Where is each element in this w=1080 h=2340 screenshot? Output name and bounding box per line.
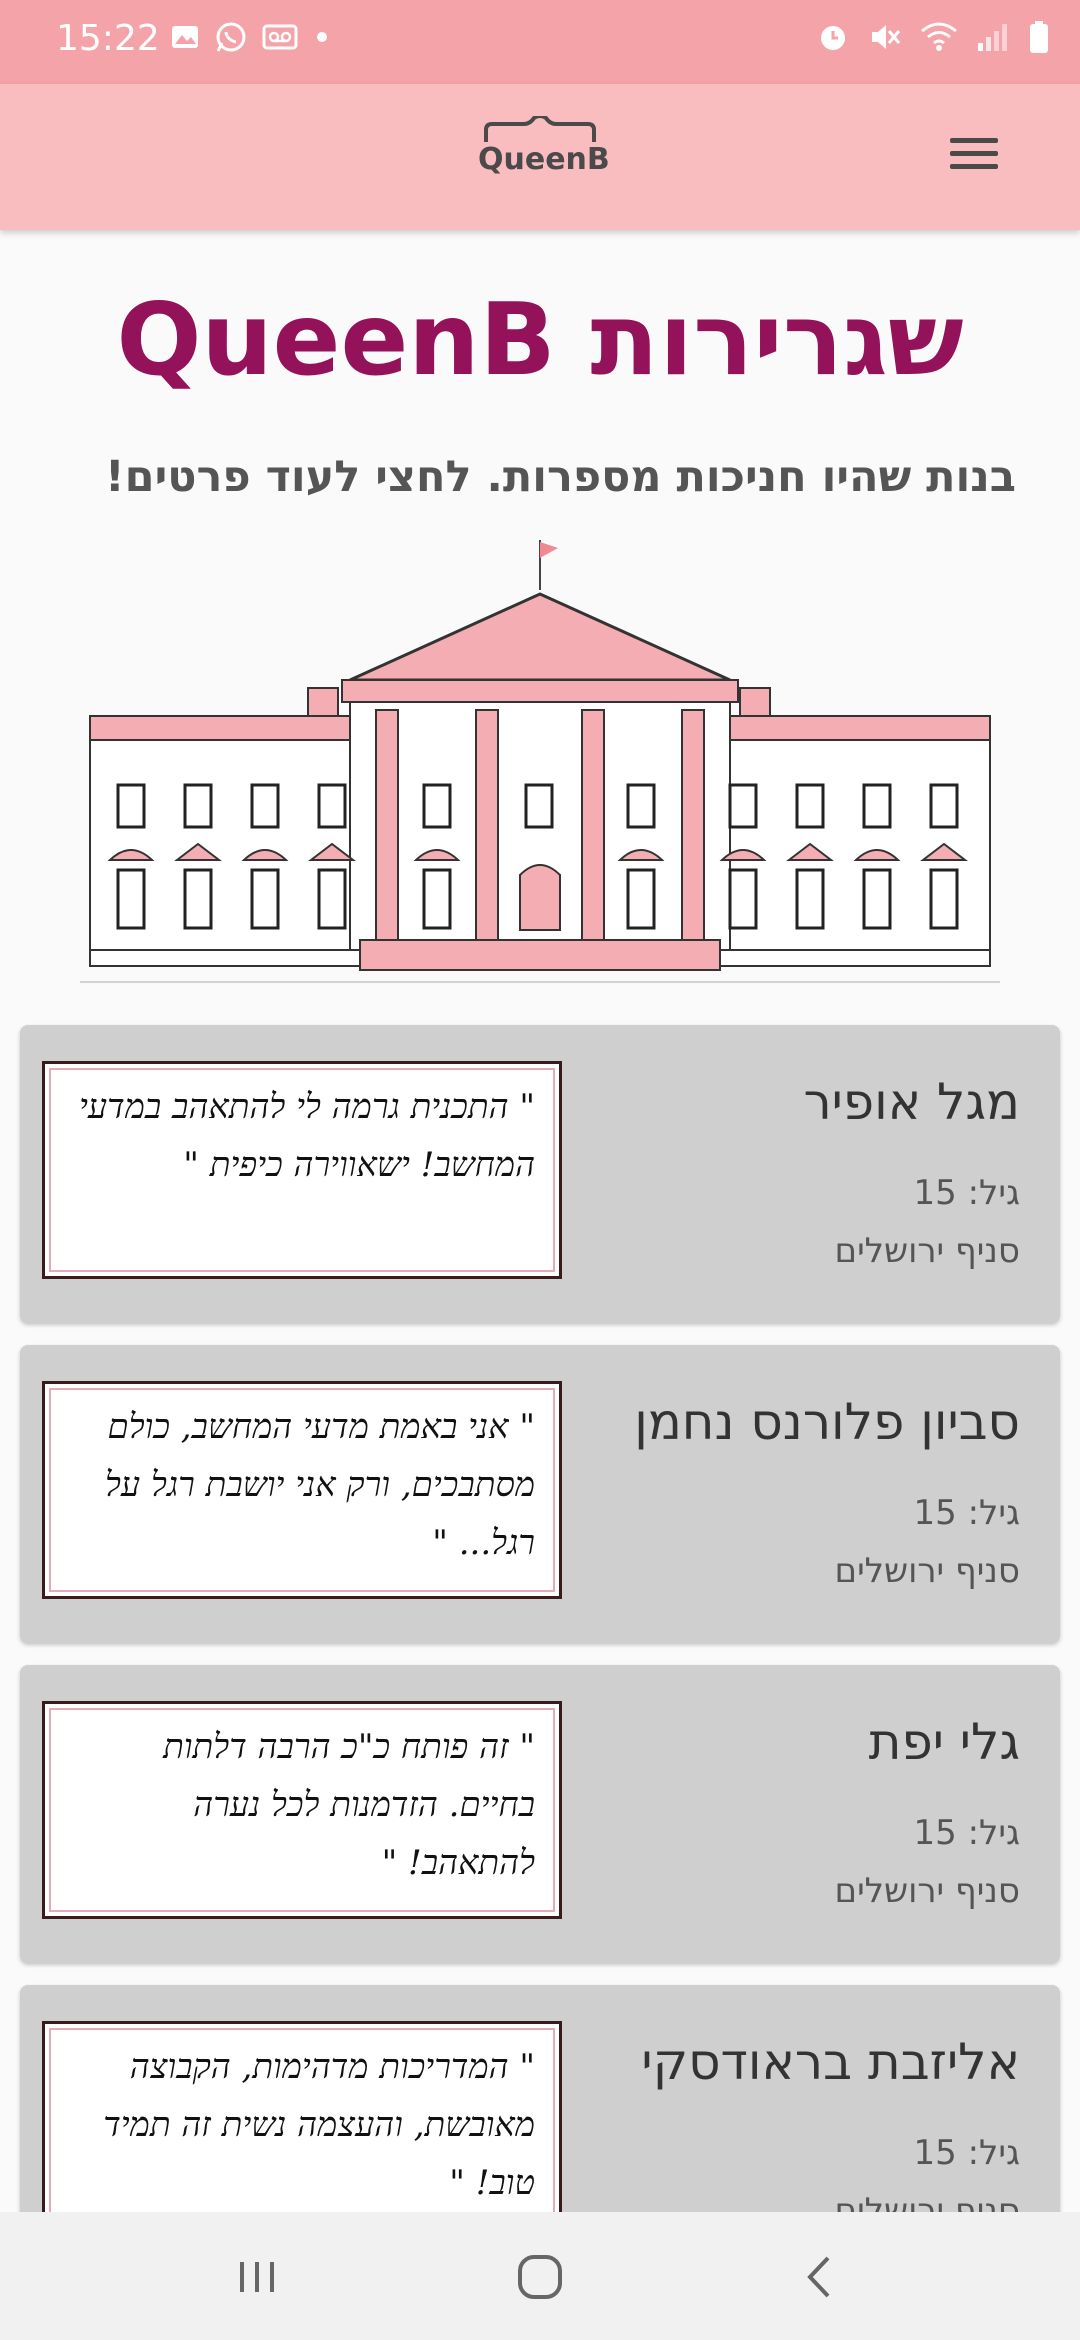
app-bar: QueenB [0, 84, 1080, 230]
dot-icon [317, 32, 327, 42]
queenb-logo[interactable]: QueenB [478, 116, 610, 188]
status-time: 15:22 [56, 18, 160, 59]
ambassador-name: אליזבת בראודסקי [641, 2033, 1020, 2091]
system-icons [816, 20, 1050, 54]
notification-icons [170, 20, 332, 54]
ambassador-age: גיל: 15 [913, 1493, 1020, 1533]
ambassador-age: גיל: 15 [913, 2133, 1020, 2173]
mute-icon [872, 25, 901, 49]
back-icon[interactable] [786, 2242, 856, 2312]
status-bar: 15:22 [0, 0, 1080, 84]
home-icon[interactable] [505, 2242, 575, 2312]
ambassador-quote: " זה פותח כ"כ הרבה דלתות בחיים. הזדמנות … [163, 1727, 535, 1883]
battery-icon [1030, 21, 1048, 53]
ambassador-branch: סניף ירושלים [834, 1871, 1020, 1911]
gallery-icon [172, 26, 198, 48]
ambassador-age: גיל: 15 [913, 1173, 1020, 1213]
ambassador-quote: " המדריכות מדהימות, הקבוצה מאובשת, והעצמ… [103, 2047, 535, 2203]
quote-box: " המדריכות מדהימות, הקבוצה מאובשת, והעצמ… [42, 2021, 562, 2239]
ambassador-card[interactable]: גלי יפת גיל: 15 סניף ירושלים " זה פותח כ"כ … [20, 1665, 1060, 1963]
ambassador-quote: " אני באמת מדעי המחשב, כולם מסתבכים, ורק… [105, 1407, 535, 1563]
wifi-icon [921, 22, 957, 51]
ambassador-age: גיל: 15 [913, 1813, 1020, 1853]
hamburger-menu-icon[interactable] [944, 130, 1004, 186]
ambassador-card[interactable]: סביון פלורנס נחמן גיל: 15 סניף ירושלים " אנ… [20, 1345, 1060, 1643]
voicemail-icon [262, 24, 298, 50]
ambassador-name: סביון פלורנס נחמן [634, 1393, 1020, 1451]
logo-text: QueenB [478, 142, 610, 177]
quote-box: " אני באמת מדעי המחשב, כולם מסתבכים, ורק… [42, 1381, 562, 1599]
recent-apps-icon[interactable] [222, 2242, 292, 2312]
ambassador-branch: סניף ירושלים [834, 1231, 1020, 1271]
navigation-bar [0, 2212, 1080, 2340]
page-subtitle: בנות שהיו חניכות מספרות. לחצי לעוד פרטים… [105, 452, 1016, 502]
alarm-icon [821, 26, 845, 50]
white-house-illustration [80, 540, 1000, 983]
ambassador-card[interactable]: מגל אופיר גיל: 15 סניף ירושלים " התכנית גרמ… [20, 1025, 1060, 1323]
signal-icon [978, 24, 1007, 51]
ambassador-quote: " התכנית גרמה לי להתאהב במדעי המחשב! ישא… [79, 1087, 535, 1185]
page-title: שגרירות QueenB [116, 281, 964, 398]
ambassador-branch: סניף ירושלים [834, 1551, 1020, 1591]
quote-box: " התכנית גרמה לי להתאהב במדעי המחשב! ישא… [42, 1061, 562, 1279]
quote-box: " זה פותח כ"כ הרבה דלתות בחיים. הזדמנות … [42, 1701, 562, 1919]
ambassador-list: מגל אופיר גיל: 15 סניף ירושלים " התכנית גרמ… [20, 1025, 1060, 2305]
ambassador-name: מגל אופיר [803, 1073, 1020, 1131]
ambassador-name: גלי יפת [868, 1713, 1020, 1771]
whatsapp-icon [216, 22, 246, 52]
